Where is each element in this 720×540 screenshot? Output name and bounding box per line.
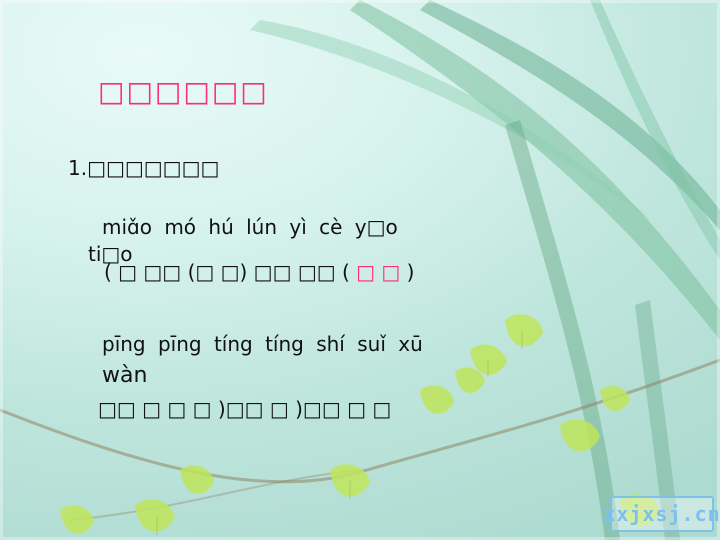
pinyin-line-2-continued: wàn [102, 363, 148, 388]
answer-row-1-part-1: ( □ □□ (□ □) □□ □□ ( [104, 260, 357, 284]
pinyin-line-1: miɑ̌o mó hú lún yì cè y□o [102, 215, 398, 239]
slide-title: □□□□□□ [98, 75, 269, 108]
question-label: 1.□□□□□□□ [68, 156, 220, 180]
answer-row-2-text: □□ □ □ □ )□□ □ )□□ □ □ [98, 397, 392, 421]
pinyin-line-2: pīng pīng tíng tíng shí suǐ xū [102, 332, 423, 356]
answer-row-2: □□ □ □ □ )□□ □ )□□ □ □ [98, 397, 391, 421]
answer-row-1-part-3: ) [406, 260, 415, 284]
answer-row-1-part-2: □ □ [356, 260, 407, 284]
site-watermark: xxjxsj.cn [603, 496, 720, 532]
answer-row-1: ( □ □□ (□ □) □□ □□ ( □ □ ) [104, 260, 414, 284]
